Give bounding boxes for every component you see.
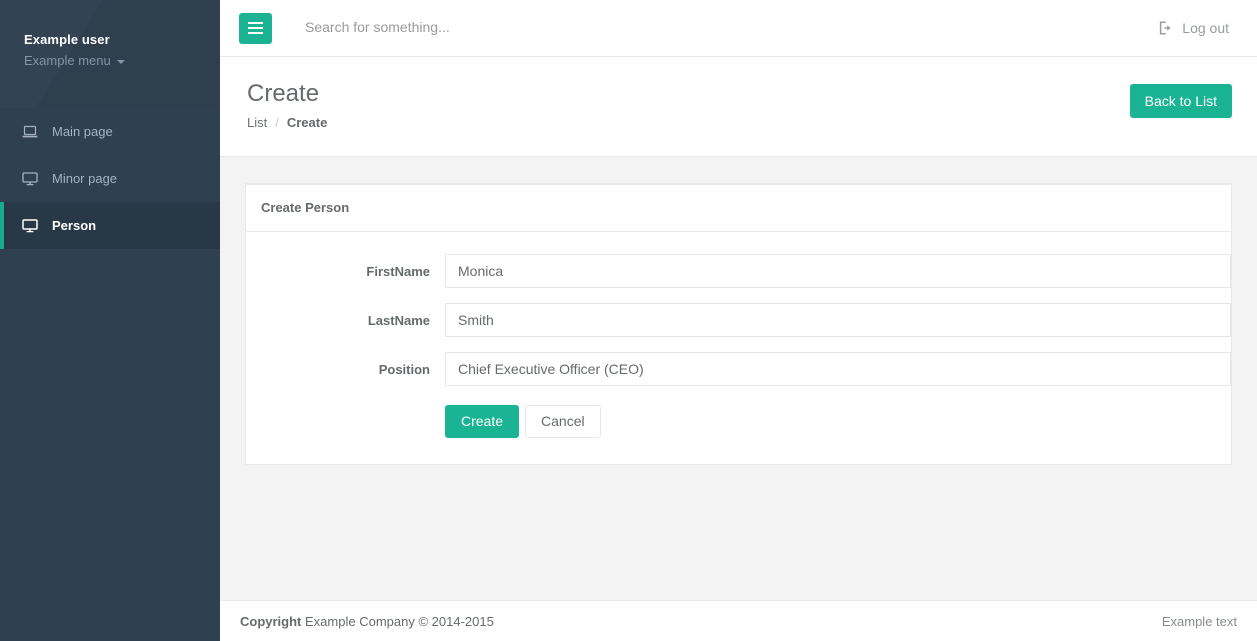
breadcrumb-item-create: Create bbox=[287, 115, 327, 130]
sidebar-profile: Example user Example menu bbox=[0, 0, 220, 108]
page-footer: Copyright Example Company © 2014-2015 Ex… bbox=[220, 600, 1257, 641]
breadcrumb-separator: / bbox=[267, 115, 287, 130]
navbar-search-form bbox=[305, 19, 1159, 37]
breadcrumb: List / Create bbox=[247, 115, 327, 130]
form-row-position: Position bbox=[264, 352, 1213, 386]
hamburger-menu-icon-bar bbox=[248, 22, 263, 24]
footer-right-text: Example text bbox=[1162, 614, 1237, 629]
page-header: Create List / Create Back to List bbox=[220, 57, 1257, 157]
profile-menu-label: Example menu bbox=[24, 51, 111, 71]
sidebar-item-label: Main page bbox=[52, 124, 113, 139]
sidebar-item-label: Minor page bbox=[52, 171, 117, 186]
footer-copyright: Copyright Example Company © 2014-2015 bbox=[240, 614, 494, 629]
cancel-button[interactable]: Cancel bbox=[525, 405, 601, 438]
create-button[interactable]: Create bbox=[445, 405, 519, 438]
profile-user-name: Example user bbox=[24, 32, 220, 48]
panel-header: Create Person bbox=[246, 185, 1231, 232]
hamburger-menu-icon-bar bbox=[248, 27, 263, 29]
caret-down-icon bbox=[117, 60, 125, 64]
top-navbar: Log out bbox=[220, 0, 1257, 57]
breadcrumb-link-list[interactable]: List bbox=[247, 115, 267, 130]
form-row-lastname: LastName bbox=[264, 303, 1213, 337]
page-header-left: Create List / Create bbox=[247, 79, 327, 130]
desktop-icon bbox=[22, 219, 38, 233]
create-person-form: FirstName LastName Position Crea bbox=[264, 254, 1213, 438]
breadcrumb-item-list: List bbox=[247, 115, 267, 130]
sidebar-nav: Main page Minor page bbox=[0, 108, 220, 249]
logout-button[interactable]: Log out bbox=[1159, 20, 1237, 36]
sidebar-item-main-page[interactable]: Main page bbox=[0, 108, 220, 155]
sidebar-item-person[interactable]: Person bbox=[0, 202, 220, 249]
lastname-input[interactable] bbox=[445, 303, 1231, 337]
app-root: Example user Example menu Main page bbox=[0, 0, 1257, 641]
logout-label: Log out bbox=[1182, 20, 1229, 36]
back-to-list-button[interactable]: Back to List bbox=[1130, 84, 1232, 118]
firstname-input[interactable] bbox=[445, 254, 1231, 288]
panel-title: Create Person bbox=[261, 200, 349, 215]
create-person-panel: Create Person FirstName LastName bbox=[245, 183, 1232, 465]
search-input[interactable] bbox=[305, 19, 1159, 35]
sign-out-icon bbox=[1159, 21, 1173, 35]
lastname-label: LastName bbox=[264, 313, 445, 328]
panel-body: FirstName LastName Position Crea bbox=[246, 232, 1231, 464]
content-column: Log out Create List / Create Back to Lis… bbox=[220, 0, 1257, 641]
sidebar-item-label: Person bbox=[52, 218, 96, 233]
position-input[interactable] bbox=[445, 352, 1231, 386]
sidebar: Example user Example menu Main page bbox=[0, 0, 220, 641]
sidebar-toggle-button[interactable] bbox=[239, 13, 272, 44]
desktop-icon bbox=[22, 172, 38, 186]
firstname-label: FirstName bbox=[264, 264, 445, 279]
page-title: Create bbox=[247, 79, 327, 109]
hamburger-menu-icon-bar bbox=[248, 32, 263, 34]
main-content: Create Person FirstName LastName bbox=[220, 157, 1257, 600]
form-row-firstname: FirstName bbox=[264, 254, 1213, 288]
form-actions: Create Cancel bbox=[445, 405, 1213, 438]
footer-copyright-text: Example Company © 2014-2015 bbox=[305, 614, 494, 629]
profile-menu-dropdown[interactable]: Example menu bbox=[24, 51, 125, 71]
laptop-icon bbox=[22, 125, 38, 139]
position-label: Position bbox=[264, 362, 445, 377]
footer-copyright-strong: Copyright bbox=[240, 614, 301, 629]
sidebar-item-minor-page[interactable]: Minor page bbox=[0, 155, 220, 202]
